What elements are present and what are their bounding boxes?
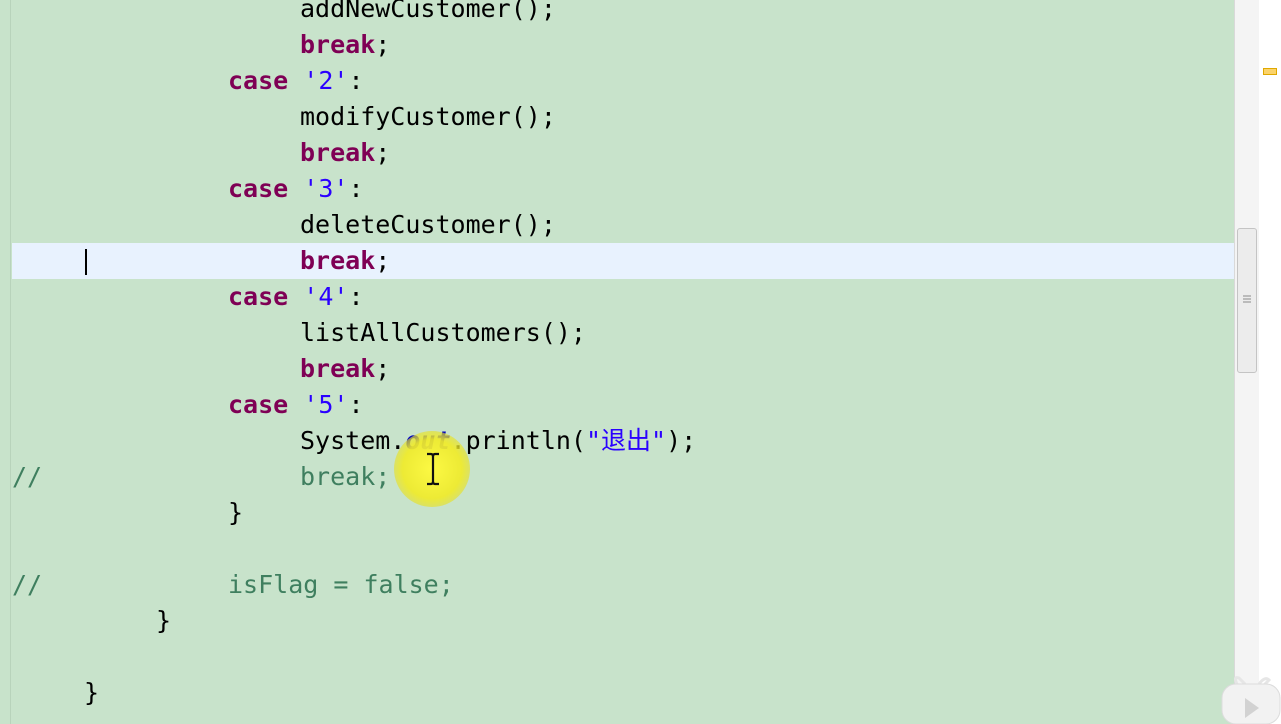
code-token: '5': [303, 390, 349, 419]
code-token: deleteCustomer();: [300, 210, 556, 239]
code-line[interactable]: }: [12, 603, 1234, 639]
code-editor[interactable]: addNewCustomer(); break; case '2': modifyCu…: [0, 0, 1281, 724]
code-token: ;: [375, 246, 391, 275]
code-line-text: deleteCustomer();: [300, 207, 556, 243]
code-line[interactable]: [12, 531, 1234, 567]
code-token: }: [228, 498, 244, 527]
code-token: ;: [375, 30, 391, 59]
code-token: );: [666, 426, 697, 455]
code-token: case: [228, 282, 289, 311]
code-line-text: break;: [300, 135, 390, 171]
code-token: :: [348, 174, 364, 203]
text-caret: [85, 249, 87, 275]
code-token: }: [156, 606, 172, 635]
code-token: "退出": [585, 426, 667, 455]
ibeam-cursor-icon: [427, 452, 439, 486]
code-line-text: listAllCustomers();: [300, 315, 586, 351]
code-line[interactable]: }: [12, 675, 1234, 711]
code-line[interactable]: case '3':: [12, 171, 1234, 207]
code-token: :: [348, 282, 364, 311]
code-line[interactable]: modifyCustomer();: [12, 99, 1234, 135]
code-area[interactable]: addNewCustomer(); break; case '2': modifyCu…: [12, 0, 1234, 724]
code-line[interactable]: break;: [12, 135, 1234, 171]
code-token: break: [300, 354, 376, 383]
code-line[interactable]: break;: [12, 351, 1234, 387]
code-line-text: case '3':: [228, 171, 364, 207]
overview-ruler[interactable]: [1260, 0, 1281, 724]
code-line-text: break;: [300, 351, 390, 387]
code-line[interactable]: case '5':: [12, 387, 1234, 423]
code-line-text: break;: [300, 459, 390, 495]
warning-marker-icon[interactable]: [1263, 68, 1277, 75]
code-line-text: }: [156, 603, 171, 639]
line-comment-marker: //: [12, 570, 43, 599]
code-line[interactable]: case '2':: [12, 63, 1234, 99]
code-token: :: [348, 66, 364, 95]
code-line-text: System.out.println("退出");: [300, 423, 696, 459]
code-token: }: [84, 678, 100, 707]
code-line[interactable]: System.out.println("退出");: [12, 423, 1234, 459]
code-token: case: [228, 66, 289, 95]
code-line-text: break;: [300, 27, 390, 63]
code-line[interactable]: listAllCustomers();: [12, 315, 1234, 351]
code-token: isFlag = false;: [228, 570, 454, 599]
code-line-text: }: [84, 675, 99, 711]
code-token: break: [300, 138, 376, 167]
grip-icon: [1243, 295, 1251, 303]
code-line[interactable]: // break;: [12, 459, 1234, 495]
code-line[interactable]: break;: [12, 27, 1234, 63]
editor-left-gutter: [0, 0, 11, 724]
code-token: .println(: [450, 426, 586, 455]
code-token: listAllCustomers();: [300, 318, 586, 347]
code-token: '4': [303, 282, 349, 311]
code-line[interactable]: addNewCustomer();: [12, 0, 1234, 27]
code-line-text: isFlag = false;: [228, 567, 454, 603]
code-token: ;: [375, 138, 391, 167]
code-token: break;: [300, 462, 391, 491]
code-token: ;: [375, 354, 391, 383]
code-token: '3': [303, 174, 349, 203]
code-token: break: [300, 30, 376, 59]
code-token: :: [348, 390, 364, 419]
code-line-text: addNewCustomer();: [300, 0, 556, 27]
line-comment-marker: //: [12, 462, 43, 491]
code-line-text: break;: [300, 243, 390, 279]
code-line-current[interactable]: break;: [12, 243, 1234, 279]
play-icon[interactable]: [1219, 674, 1281, 724]
code-token: '2': [303, 66, 349, 95]
code-line-text: modifyCustomer();: [300, 99, 556, 135]
code-line[interactable]: [12, 639, 1234, 675]
code-token: break: [300, 246, 376, 275]
code-line[interactable]: case '4':: [12, 279, 1234, 315]
code-token: System.: [300, 426, 406, 455]
code-token: case: [228, 390, 289, 419]
code-token: case: [228, 174, 289, 203]
code-line-text: case '4':: [228, 279, 364, 315]
code-line[interactable]: }: [12, 495, 1234, 531]
code-line-text: case '2':: [228, 63, 364, 99]
code-token: modifyCustomer();: [300, 102, 556, 131]
code-line-text: }: [228, 495, 243, 531]
code-line[interactable]: // isFlag = false;: [12, 567, 1234, 603]
code-line-text: case '5':: [228, 387, 364, 423]
code-line[interactable]: deleteCustomer();: [12, 207, 1234, 243]
code-token: addNewCustomer();: [300, 0, 556, 23]
